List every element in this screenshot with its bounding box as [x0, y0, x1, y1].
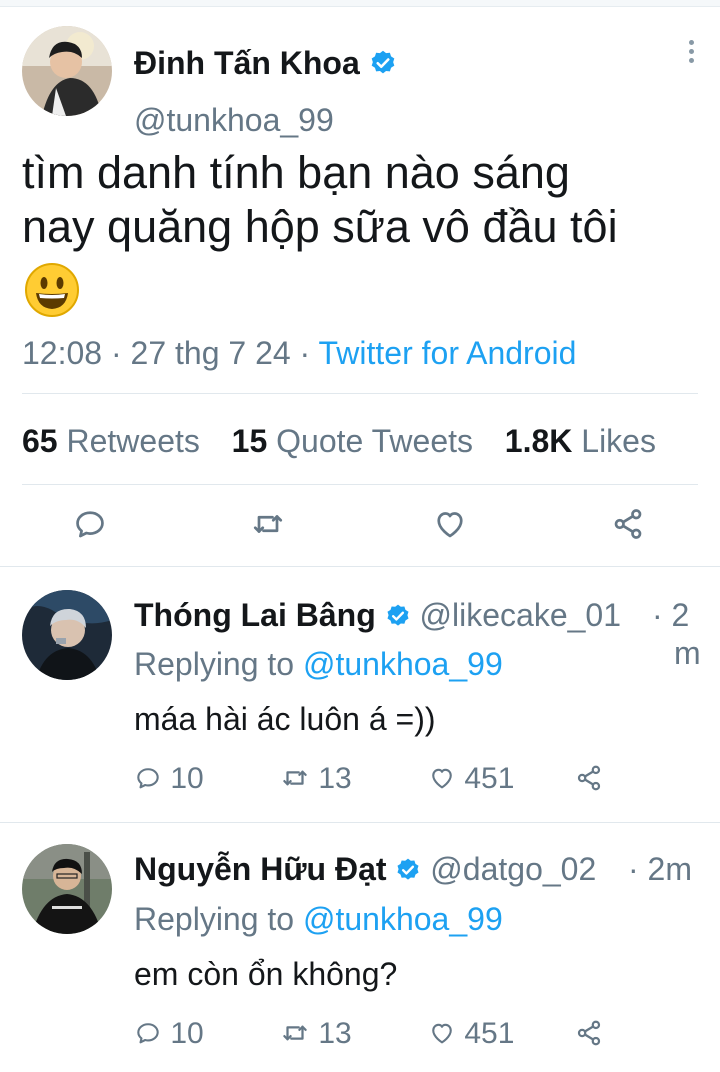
author-name[interactable]: Đinh Tấn Khoa — [134, 44, 397, 85]
divider — [22, 484, 698, 485]
replying-to: Replying to @tunkhoa_99 — [134, 645, 503, 683]
reply-header: Nguyễn Hữu Đạt @datgo_02 — [134, 850, 596, 891]
replying-to-prefix: Replying to — [134, 901, 303, 937]
tweet-source-link[interactable]: Twitter for Android — [319, 335, 577, 371]
reply-time: · 2m — [628, 851, 692, 887]
tweet-time: 12:08 — [22, 335, 103, 371]
likes-count: 1.8K — [504, 423, 573, 459]
tweet-meta: 12:08 · 27 thg 7 24 · Twitter for Androi… — [22, 334, 576, 372]
meta-separator: · — [290, 335, 319, 371]
reply-author-name[interactable]: Thóng Lai Bâng — [134, 597, 376, 633]
reply-author-handle[interactable]: @datgo_02 — [430, 851, 596, 887]
divider — [22, 393, 698, 394]
retweet-icon — [283, 1025, 307, 1041]
reply-time-a: · 2 — [652, 597, 690, 633]
reply-share-button[interactable] — [574, 1015, 608, 1053]
verified-badge-icon — [369, 47, 397, 85]
reply-text: máa hài ác luôn á =)) — [134, 701, 436, 737]
tweet-text-line-2: nay quăng hộp sữa vô đầu tôi — [22, 201, 618, 252]
reply-reply-button[interactable]: 10 — [134, 760, 254, 798]
quotes-label: Quote Tweets — [276, 423, 473, 459]
tweet-text: tìm danh tính bạn nào sáng nay quăng hộp… — [22, 146, 618, 254]
reply-author-handle[interactable]: @likecake_01 — [420, 597, 621, 633]
likes-label: Likes — [581, 423, 656, 459]
retweet-button[interactable] — [250, 506, 286, 542]
retweets-label: Retweets — [66, 423, 200, 459]
replying-to-handle[interactable]: @tunkhoa_99 — [303, 646, 503, 682]
grinning-face-emoji — [24, 262, 80, 318]
author-handle[interactable]: @tunkhoa_99 — [134, 101, 334, 139]
share-icon — [614, 509, 642, 539]
reply-avatar[interactable] — [22, 844, 112, 934]
like-count: 451 — [464, 1017, 515, 1050]
reply-retweet-button[interactable]: 13 — [280, 760, 400, 798]
verified-badge-icon — [385, 599, 411, 637]
tweet-date: 27 thg 7 24 — [130, 335, 291, 371]
retweet-icon — [253, 515, 283, 533]
reply-button[interactable] — [72, 506, 108, 542]
reply-text: em còn ổn không? — [134, 956, 398, 992]
meta-separator: · — [102, 335, 131, 371]
top-divider — [0, 0, 720, 7]
like-icon — [432, 1023, 452, 1044]
retweets-stat[interactable]: 65 Retweets — [22, 423, 200, 459]
likes-stat[interactable]: 1.8K Likes — [505, 423, 656, 459]
quotes-stat[interactable]: 15 Quote Tweets — [232, 423, 473, 459]
author-name-text: Đinh Tấn Khoa — [134, 45, 360, 81]
reply-like-button[interactable]: 451 — [428, 760, 548, 798]
retweets-count: 65 — [22, 423, 58, 459]
like-button[interactable] — [432, 506, 468, 542]
retweet-count: 13 — [318, 762, 352, 795]
replying-to: Replying to @tunkhoa_99 — [134, 900, 503, 938]
reply-icon — [76, 511, 104, 538]
tweet-text-line-1: tìm danh tính bạn nào sáng — [22, 147, 570, 198]
reply-icon — [137, 768, 159, 789]
like-count: 451 — [464, 762, 515, 795]
like-icon — [432, 768, 452, 789]
reply-count: 10 — [170, 1017, 204, 1050]
reply-share-button[interactable] — [574, 760, 608, 798]
reply-author-name[interactable]: Nguyễn Hữu Đạt — [134, 851, 387, 887]
reply-like-button[interactable]: 451 — [428, 1015, 548, 1053]
tweet-stats: 65 Retweets 15 Quote Tweets 1.8K Likes — [22, 422, 656, 460]
replying-to-prefix: Replying to — [134, 646, 303, 682]
retweet-icon — [283, 770, 307, 786]
share-icon — [577, 1020, 601, 1046]
quotes-count: 15 — [231, 423, 268, 459]
replying-to-handle[interactable]: @tunkhoa_99 — [303, 901, 503, 937]
divider — [0, 822, 720, 823]
share-icon — [577, 765, 601, 791]
reply-time: · 2 m — [652, 596, 712, 672]
reply-time-b: m — [674, 635, 701, 671]
reply-icon — [137, 1023, 159, 1044]
reply-count: 10 — [170, 762, 204, 795]
reply-avatar[interactable] — [22, 590, 112, 680]
verified-badge-icon — [395, 853, 421, 891]
retweet-count: 13 — [318, 1017, 352, 1050]
like-icon — [437, 512, 463, 538]
reply-header: Thóng Lai Bâng @likecake_01 — [134, 596, 621, 637]
divider — [0, 566, 720, 567]
more-options-icon[interactable] — [689, 40, 694, 67]
reply-reply-button[interactable]: 10 — [134, 1015, 254, 1053]
reply-retweet-button[interactable]: 13 — [280, 1015, 400, 1053]
author-avatar[interactable] — [22, 26, 112, 116]
share-button[interactable] — [610, 506, 646, 542]
